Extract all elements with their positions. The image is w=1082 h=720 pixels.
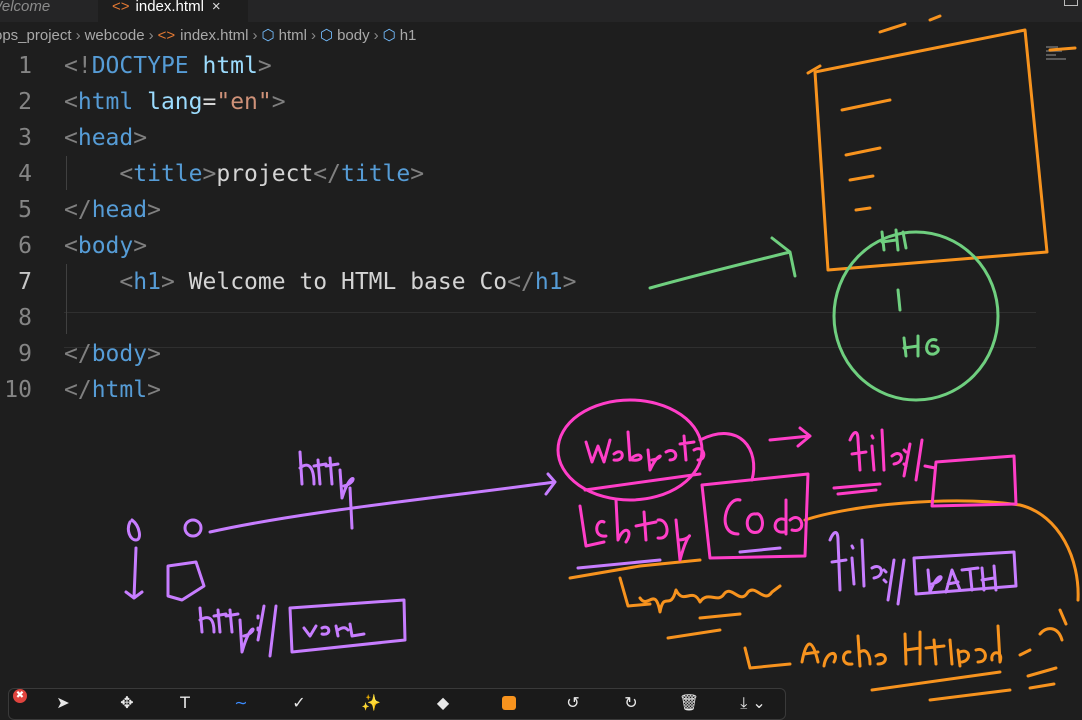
stop-icon[interactable]: ✖	[13, 689, 27, 703]
pen-icon[interactable]: ∼	[229, 693, 253, 713]
pointer-icon[interactable]: ➤	[51, 693, 75, 713]
undo-icon[interactable]: ↺	[561, 693, 585, 713]
move-icon[interactable]: ✥	[115, 693, 139, 713]
drawing-toolbar: ✖ ➤ ✥ T ∼ ✓ ✨ ◆ ↺ ↻ 🗑 ⤓ ⌄	[8, 688, 786, 720]
pink-ink	[556, 398, 1018, 562]
swatch	[502, 696, 516, 710]
purple-ink	[124, 450, 1018, 658]
magic-wand-icon[interactable]: ✨	[359, 693, 383, 713]
redo-icon[interactable]: ↻	[619, 693, 643, 713]
orange-ink	[568, 14, 1080, 702]
text-icon[interactable]: T	[173, 693, 197, 713]
green-ink	[648, 228, 1000, 402]
save-icon[interactable]: ⤓ ⌄	[733, 693, 773, 713]
eraser-icon[interactable]: ◆	[431, 693, 455, 713]
annotation-drawing-layer	[124, 14, 1080, 702]
color-swatch-icon[interactable]	[497, 693, 521, 713]
trash-icon[interactable]: 🗑	[677, 693, 701, 713]
check-icon[interactable]: ✓	[287, 693, 311, 713]
